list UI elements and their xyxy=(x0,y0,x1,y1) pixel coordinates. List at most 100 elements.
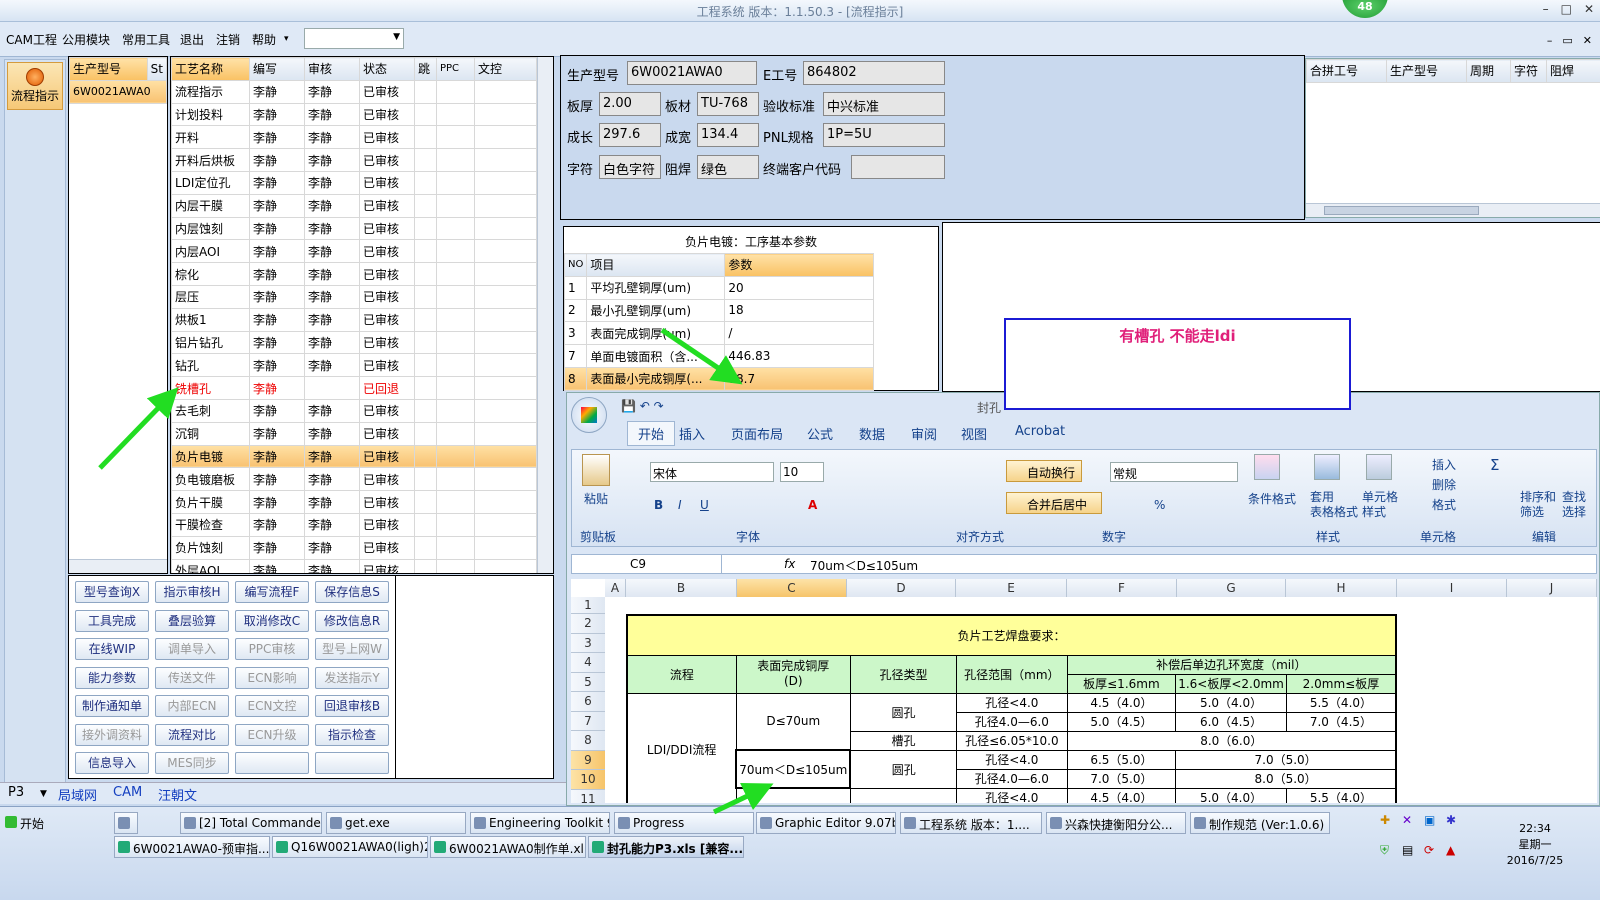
process-cell[interactable] xyxy=(436,148,475,172)
minimize-button[interactable]: – xyxy=(1543,2,1549,16)
process-row[interactable]: 内层蚀刻 李静 李静 已审核 xyxy=(171,216,537,241)
process-cell[interactable] xyxy=(474,376,537,400)
action-button[interactable]: 叠层验算 xyxy=(155,609,229,632)
action-button[interactable]: 调单导入 xyxy=(155,638,229,660)
param-cell[interactable]: 1 xyxy=(563,275,588,300)
process-row[interactable]: 铝片钻孔 李静 李静 已审核 xyxy=(171,330,537,355)
process-cell[interactable] xyxy=(474,512,537,537)
site-combo[interactable]: P3 xyxy=(8,785,24,800)
param-cell[interactable]: 20 xyxy=(724,275,874,300)
formula-input[interactable]: 70um＜D≤105um xyxy=(810,557,918,574)
process-cell[interactable] xyxy=(474,330,537,355)
col-process-name[interactable]: 工艺名称 xyxy=(171,57,250,81)
bold-button[interactable]: B xyxy=(654,498,663,512)
col-merge-cycle[interactable]: 周期 xyxy=(1466,59,1511,83)
process-cell[interactable]: 李静 xyxy=(304,330,360,355)
taskbar-item[interactable]: 6W0021AWA0-预审指... xyxy=(114,836,270,858)
col-status[interactable]: St xyxy=(146,57,168,81)
save-icon[interactable]: 💾 xyxy=(621,399,636,413)
row-header[interactable]: 9 xyxy=(571,750,605,770)
clock-weekday[interactable]: 星期一 xyxy=(1500,837,1570,853)
process-cell[interactable]: 李静 xyxy=(304,490,360,514)
process-cell[interactable] xyxy=(474,170,537,195)
process-cell[interactable] xyxy=(474,421,537,446)
process-cell[interactable]: 负电镀磨板 xyxy=(171,467,250,492)
process-cell[interactable] xyxy=(304,376,360,400)
process-cell[interactable]: 负片干膜 xyxy=(171,490,250,514)
param-cell[interactable]: 8 xyxy=(563,366,588,391)
process-row[interactable]: 沉铜 李静 李静 已审核 xyxy=(171,421,537,446)
col-writer[interactable]: 编写 xyxy=(249,57,305,81)
field-pnl[interactable]: 1P=5U xyxy=(823,123,945,147)
process-cell[interactable]: 李静 xyxy=(304,239,360,264)
process-cell[interactable]: 已审核 xyxy=(359,284,415,309)
ribbon-tab[interactable]: 公式 xyxy=(807,424,833,443)
process-cell[interactable] xyxy=(474,444,537,469)
param-cell[interactable]: 3 xyxy=(563,321,588,346)
undo-icon[interactable]: ↶ xyxy=(640,399,650,413)
process-cell[interactable]: 已审核 xyxy=(359,170,415,195)
ribbon-tab[interactable]: 视图 xyxy=(961,424,987,443)
process-cell[interactable]: 李静 xyxy=(304,193,360,218)
param-cell[interactable]: 表面完成铜厚(um) xyxy=(586,321,726,346)
process-cell[interactable]: 李静 xyxy=(304,216,360,241)
process-cell[interactable] xyxy=(436,239,475,264)
process-row[interactable]: 流程指示 李静 李静 已审核 xyxy=(171,79,537,104)
process-cell[interactable] xyxy=(436,444,475,469)
process-cell[interactable] xyxy=(414,467,437,492)
process-cell[interactable]: 李静 xyxy=(249,535,305,560)
field-standard[interactable]: 中兴标准 xyxy=(823,92,945,116)
process-cell[interactable] xyxy=(414,239,437,264)
process-row[interactable]: 开料 李静 李静 已审核 xyxy=(171,125,537,150)
row-header[interactable]: 10 xyxy=(571,770,605,790)
action-button[interactable]: 内部ECN xyxy=(155,695,229,717)
process-cell[interactable]: 烘板1 xyxy=(171,307,250,332)
col-skip[interactable]: 跳 xyxy=(414,57,437,81)
close-button[interactable]: ✕ xyxy=(1584,2,1594,16)
process-cell[interactable]: 沉铜 xyxy=(171,421,250,446)
action-button[interactable] xyxy=(235,752,309,774)
process-cell[interactable]: 李静 xyxy=(249,558,305,573)
action-button[interactable] xyxy=(315,752,389,774)
cell[interactable]: 孔径4.0—6.0 xyxy=(956,768,1068,789)
process-cell[interactable]: LDI定位孔 xyxy=(171,170,250,195)
param-cell[interactable]: 2 xyxy=(563,298,588,323)
process-cell[interactable]: 层压 xyxy=(171,284,250,309)
action-button[interactable]: 型号上网W xyxy=(315,638,389,660)
cell-flow[interactable]: LDI/DDI流程 xyxy=(626,692,737,803)
taskbar-item[interactable]: 兴森快捷衡阳分公... xyxy=(1046,812,1186,834)
cell-slot[interactable]: 槽孔 xyxy=(849,730,958,751)
action-button[interactable]: 制作通知单 xyxy=(75,695,149,717)
tab-cam[interactable]: CAM xyxy=(113,785,142,800)
param-row[interactable]: 3 表面完成铜厚(um) / xyxy=(563,321,874,346)
process-cell[interactable] xyxy=(414,535,437,560)
process-cell[interactable] xyxy=(436,535,475,560)
process-cell[interactable] xyxy=(414,490,437,514)
taskbar-item[interactable]: 制作规范 (Ver:1.0.6) xyxy=(1190,812,1330,834)
process-cell[interactable] xyxy=(414,79,437,104)
col-doc[interactable]: 文控 xyxy=(474,57,537,81)
ribbon-tab[interactable]: 数据 xyxy=(859,424,885,443)
h-sub-1[interactable]: 板厚≤1.6mm xyxy=(1066,673,1177,694)
taskbar-item[interactable]: 工程系统 版本：1.... xyxy=(900,812,1042,834)
process-cell[interactable]: 棕化 xyxy=(171,262,250,286)
process-cell[interactable] xyxy=(474,148,537,172)
process-cell[interactable]: 李静 xyxy=(249,376,305,400)
cell-d2-selected[interactable]: 70um＜D≤105um xyxy=(735,749,852,789)
office-button[interactable] xyxy=(571,397,607,433)
process-cell[interactable]: 已审核 xyxy=(359,490,415,514)
process-vscroll[interactable] xyxy=(537,57,553,573)
process-cell[interactable]: 李静 xyxy=(304,353,360,378)
process-cell[interactable]: 已回退 xyxy=(359,376,415,400)
taskbar-item[interactable]: Progress xyxy=(614,812,754,834)
field-customer[interactable] xyxy=(851,155,945,179)
process-cell[interactable]: 负片蚀刻 xyxy=(171,535,250,560)
process-cell[interactable] xyxy=(414,170,437,195)
field-thickness[interactable]: 2.00 xyxy=(599,92,661,116)
process-cell[interactable]: 李静 xyxy=(304,467,360,492)
column-header[interactable]: J xyxy=(1507,579,1597,597)
col-merge-model[interactable]: 生产型号 xyxy=(1386,59,1467,83)
column-header[interactable]: D xyxy=(847,579,956,597)
cell[interactable]: 7.0（4.5） xyxy=(1285,711,1397,732)
process-row[interactable]: 负片干膜 李静 李静 已审核 xyxy=(171,490,537,514)
